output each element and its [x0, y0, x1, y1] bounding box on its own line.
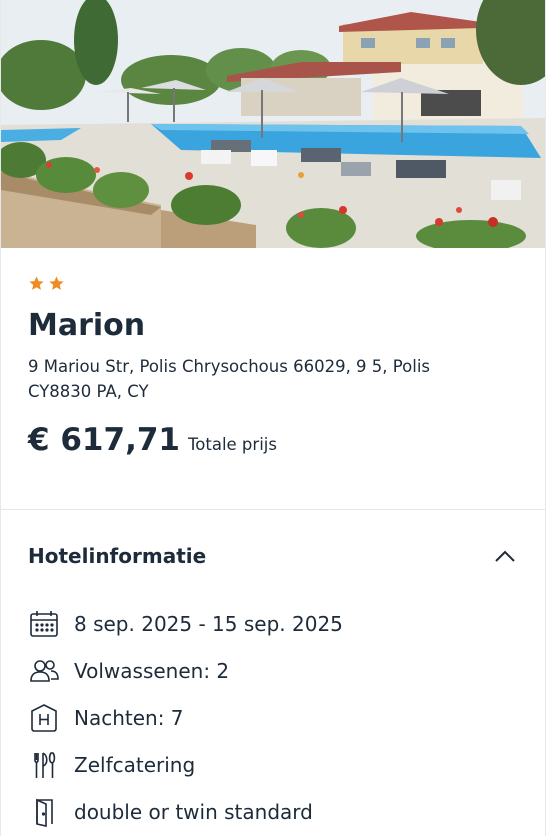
calendar-icon [28, 608, 60, 640]
detail-row: Volwassenen: 2 [28, 647, 518, 694]
nights-count: Nachten: 7 [74, 705, 184, 730]
hotel-photo[interactable] [1, 0, 545, 248]
total-price: € 617,71 [28, 422, 180, 458]
board-type: Zelfcatering [74, 752, 196, 777]
star-rating [28, 272, 518, 294]
hotel-info-toggle[interactable]: Hotelinformatie [28, 510, 518, 600]
section-title: Hotelinformatie [28, 544, 207, 568]
star-icon [49, 275, 64, 290]
detail-row: Zelfcatering [28, 741, 518, 788]
total-price-label: Totale prijs [188, 435, 277, 454]
adults-count: Volwassenen: 2 [74, 658, 230, 683]
door-icon [28, 796, 60, 828]
adults-icon [28, 655, 60, 687]
price-row: € 617,71 Totale prijs [28, 422, 518, 458]
hotel-icon [28, 702, 60, 734]
star-icon [29, 275, 44, 290]
hotel-name: Marion [28, 308, 146, 343]
hotel-summary: Marion 9 Mariou Str, Polis Chrysochous 6… [1, 248, 545, 510]
hotel-card: Marion 9 Mariou Str, Polis Chrysochous 6… [0, 0, 546, 836]
cutlery-icon [28, 749, 60, 781]
detail-row: Nachten: 7 [28, 694, 518, 741]
hotel-address: 9 Mariou Str, Polis Chrysochous 66029, 9… [28, 357, 431, 401]
room-type: double or twin standard [74, 799, 313, 824]
detail-row: 8 sep. 2025 - 15 sep. 2025 [28, 600, 518, 647]
hotel-info-section: Hotelinformatie 8 sep. 2025 - 15 sep. 20… [1, 510, 545, 835]
pool-scene-image [1, 0, 545, 248]
detail-row: double or twin standard [28, 788, 518, 835]
stay-dates: 8 sep. 2025 - 15 sep. 2025 [74, 611, 343, 636]
chevron-up-icon[interactable] [492, 543, 518, 569]
